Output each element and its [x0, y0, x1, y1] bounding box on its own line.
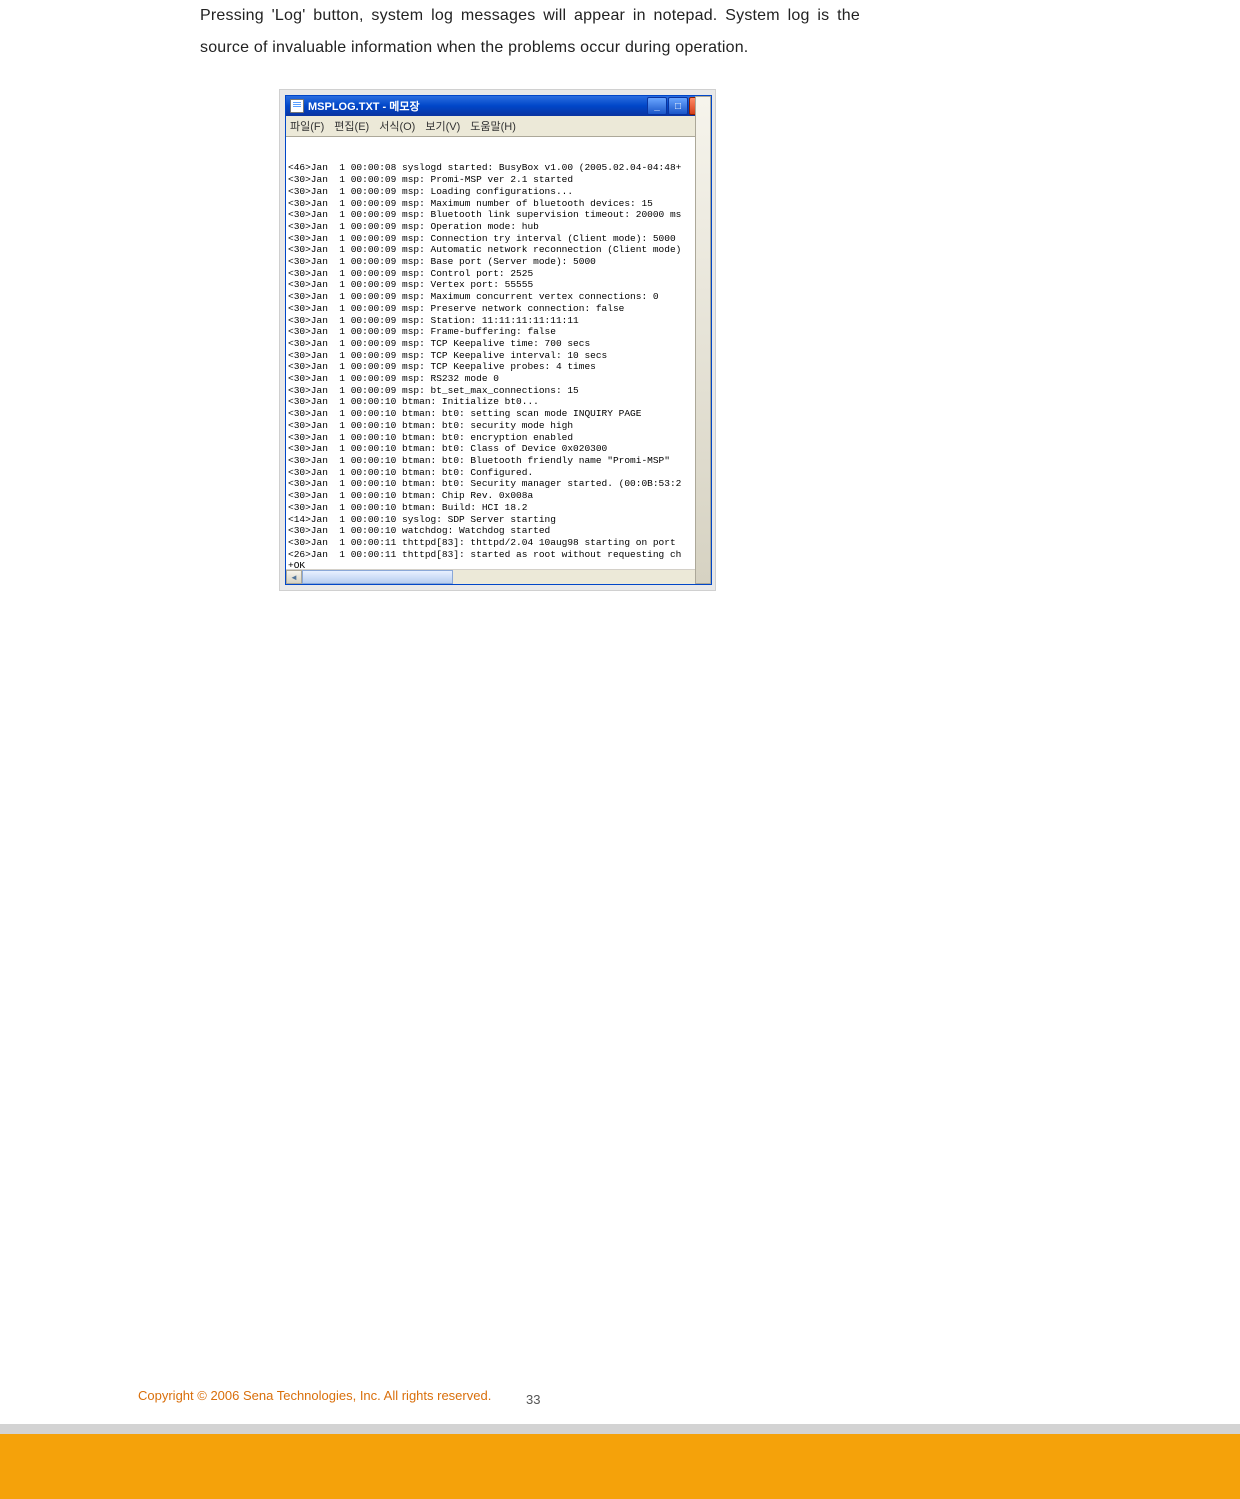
menu-file[interactable]: 파일(F): [290, 118, 324, 134]
hscroll-thumb[interactable]: [302, 570, 453, 584]
log-text-area[interactable]: <46>Jan 1 00:00:08 syslogd started: Busy…: [286, 137, 711, 569]
scroll-left-icon[interactable]: ◄: [286, 570, 302, 584]
menu-help[interactable]: 도움말(H): [470, 118, 516, 134]
document-page: Pressing 'Log' button, system log messag…: [0, 0, 1240, 1499]
footer-bar-orange: [0, 1434, 1240, 1499]
footer-copyright: Copyright © 2006 Sena Technologies, Inc.…: [138, 1388, 491, 1403]
footer-bar-grey: [0, 1424, 1240, 1434]
minimize-button[interactable]: _: [647, 97, 667, 115]
titlebar-left: MSPLOG.TXT - 메모장: [290, 98, 420, 114]
menu-view[interactable]: 보기(V): [425, 118, 460, 134]
maximize-button[interactable]: □: [668, 97, 688, 115]
log-content: <46>Jan 1 00:00:08 syslogd started: Busy…: [288, 162, 709, 569]
menu-format[interactable]: 서식(O): [379, 118, 415, 134]
horizontal-scrollbar[interactable]: ◄ ►: [286, 569, 711, 584]
window-title: MSPLOG.TXT - 메모장: [308, 98, 420, 114]
notepad-icon: [290, 99, 304, 113]
resize-grip[interactable]: [695, 96, 711, 584]
window-titlebar[interactable]: MSPLOG.TXT - 메모장 _ □ ×: [286, 96, 711, 116]
page-number: 33: [526, 1392, 540, 1407]
menubar: 파일(F) 편집(E) 서식(O) 보기(V) 도움말(H): [286, 116, 711, 137]
notepad-screenshot: MSPLOG.TXT - 메모장 _ □ × 파일(F) 편집(E) 서식(O)…: [280, 90, 715, 590]
menu-edit[interactable]: 편집(E): [334, 118, 369, 134]
notepad-window: MSPLOG.TXT - 메모장 _ □ × 파일(F) 편집(E) 서식(O)…: [285, 95, 712, 585]
hscroll-track[interactable]: [302, 570, 695, 584]
body-paragraph: Pressing 'Log' button, system log messag…: [200, 0, 860, 64]
